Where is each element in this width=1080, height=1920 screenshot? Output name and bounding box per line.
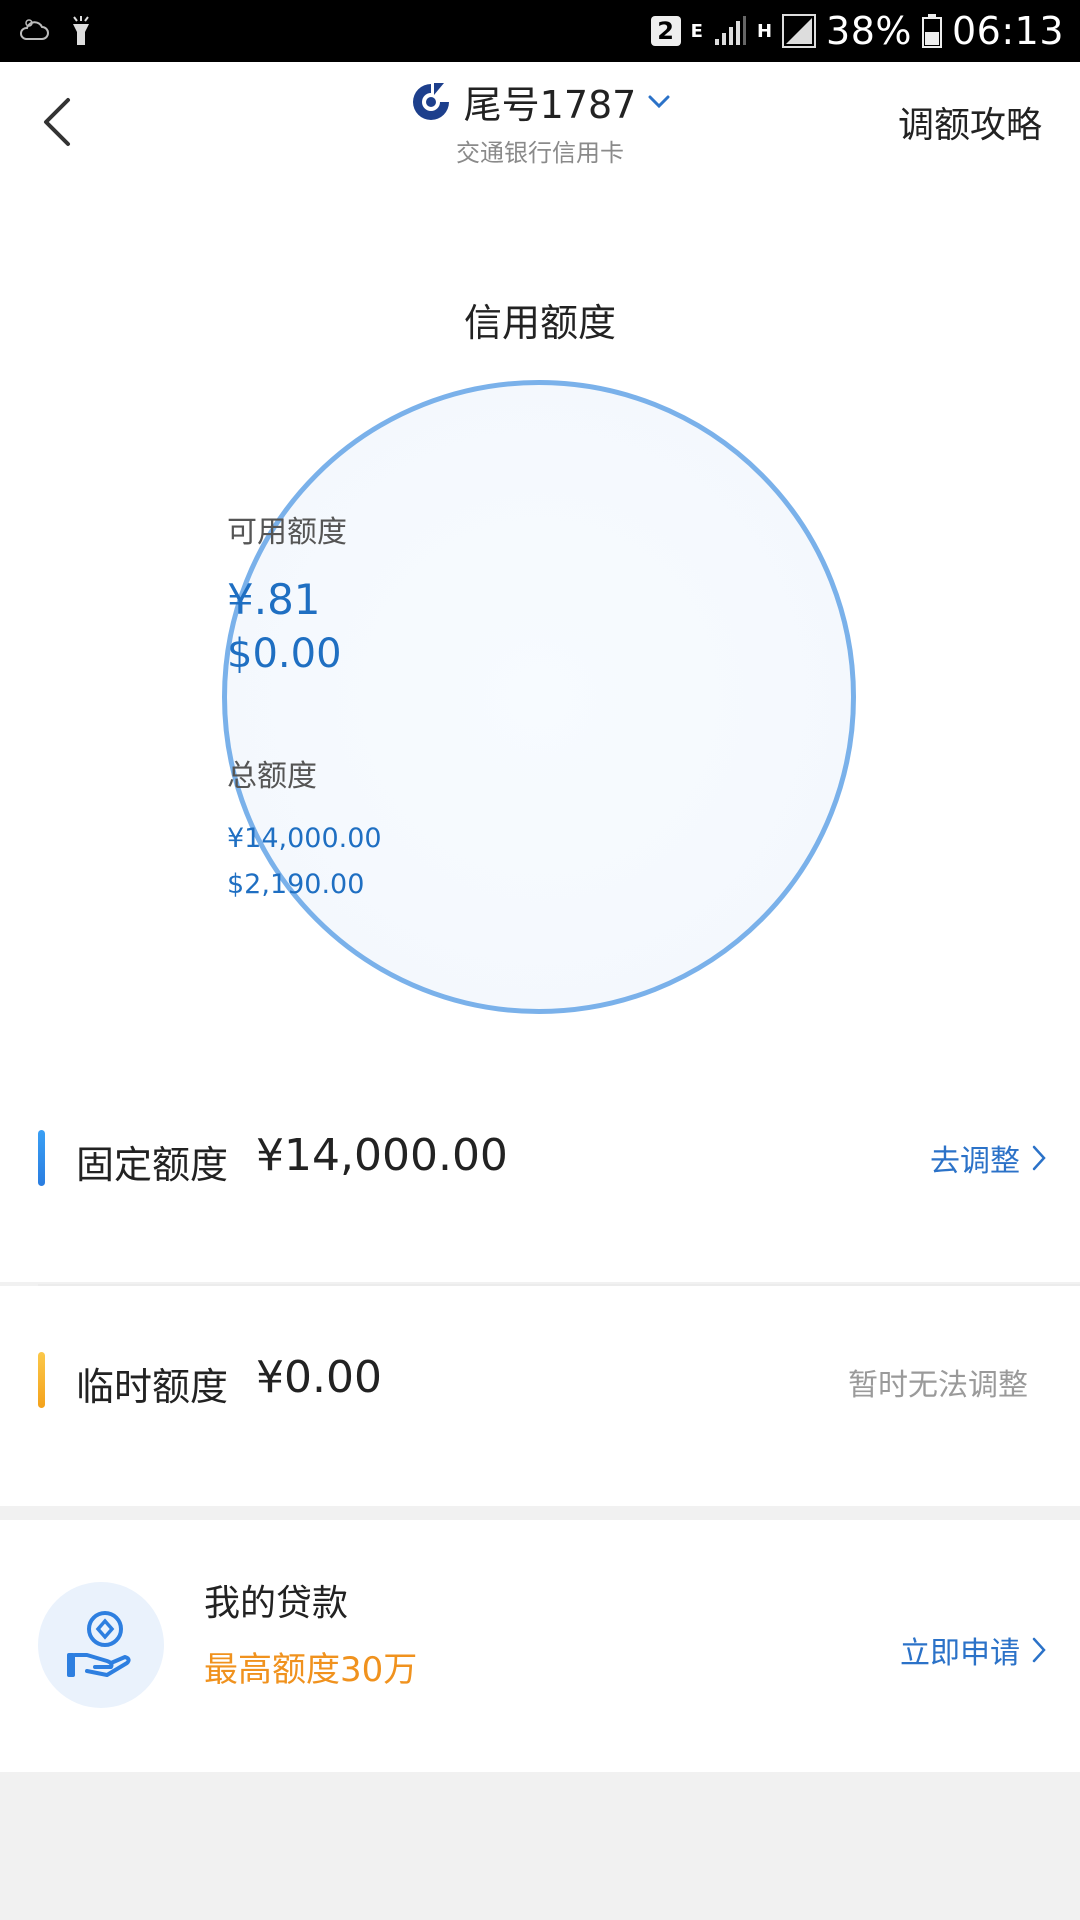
limit-strategy-button[interactable]: 调额攻略 <box>898 96 1042 148</box>
header: 尾号1787 交通银行信用卡 调额攻略 <box>0 62 1080 182</box>
battery-icon <box>921 14 942 48</box>
network-e-indicator: E <box>690 20 703 42</box>
adjust-fixed-limit-label: 去调整 <box>930 1144 1020 1179</box>
bank-logo-icon <box>412 82 449 120</box>
signal-icon-2 <box>782 14 817 48</box>
credit-limit-section: 信用额度 可用额度 ¥.81 $0.00 总额度 ¥14,000.00 $2,1… <box>0 182 1080 1082</box>
battery-percent: 38% <box>826 9 912 53</box>
chevron-right-icon <box>1032 1637 1046 1663</box>
total-limit-usd: $2,190.00 <box>227 869 365 900</box>
loan-title: 我的贷款 <box>204 1583 349 1624</box>
temporary-limit-row: 临时额度 ¥0.00 暂时无法调整 <box>0 1286 1080 1506</box>
status-bar: 2 E H 38% 06:13 <box>0 0 1080 62</box>
apply-now-button[interactable]: 立即申请 <box>900 1628 1046 1672</box>
temporary-limit-accent-bar <box>38 1352 45 1408</box>
available-limit-cny: ¥.81 <box>227 575 321 624</box>
my-loan-card[interactable]: 我的贷款 最高额度30万 立即申请 <box>0 1520 1080 1772</box>
apply-now-label: 立即申请 <box>900 1636 1020 1671</box>
temporary-limit-status: 暂时无法调整 <box>848 1368 1028 1403</box>
temporary-limit-label: 临时额度 <box>76 1365 229 1409</box>
weather-icon <box>20 19 49 40</box>
network-h-indicator: H <box>756 20 773 42</box>
adjust-fixed-limit-button[interactable]: 去调整 <box>930 1136 1046 1180</box>
credit-circle: 可用额度 ¥.81 $0.00 总额度 ¥14,000.00 $2,190.00 <box>222 380 856 1014</box>
total-limit-label: 总额度 <box>227 759 317 794</box>
hand-coin-icon <box>67 1611 131 1677</box>
flashlight-icon <box>73 16 89 45</box>
fixed-limit-label: 固定额度 <box>76 1143 229 1187</box>
section-title: 信用额度 <box>463 301 616 345</box>
temporary-limit-amount: ¥0.00 <box>256 1352 382 1403</box>
available-limit-label: 可用额度 <box>227 515 347 550</box>
total-limit-cny: ¥14,000.00 <box>227 823 382 854</box>
sim-slot-badge: 2 <box>650 16 681 46</box>
fixed-limit-row: 固定额度 ¥14,000.00 去调整 <box>0 1082 1080 1282</box>
signal-icon <box>714 16 746 45</box>
loan-max-limit: 最高额度30万 <box>204 1650 418 1690</box>
chevron-down-icon <box>648 95 670 108</box>
chevron-right-icon <box>1032 1145 1046 1171</box>
available-limit-usd: $0.00 <box>227 631 342 677</box>
loan-icon-container <box>38 1582 164 1708</box>
card-title: 尾号1787 <box>463 83 637 127</box>
fixed-limit-amount: ¥14,000.00 <box>256 1130 508 1181</box>
clock: 06:13 <box>951 9 1064 53</box>
fixed-limit-accent-bar <box>38 1130 45 1186</box>
